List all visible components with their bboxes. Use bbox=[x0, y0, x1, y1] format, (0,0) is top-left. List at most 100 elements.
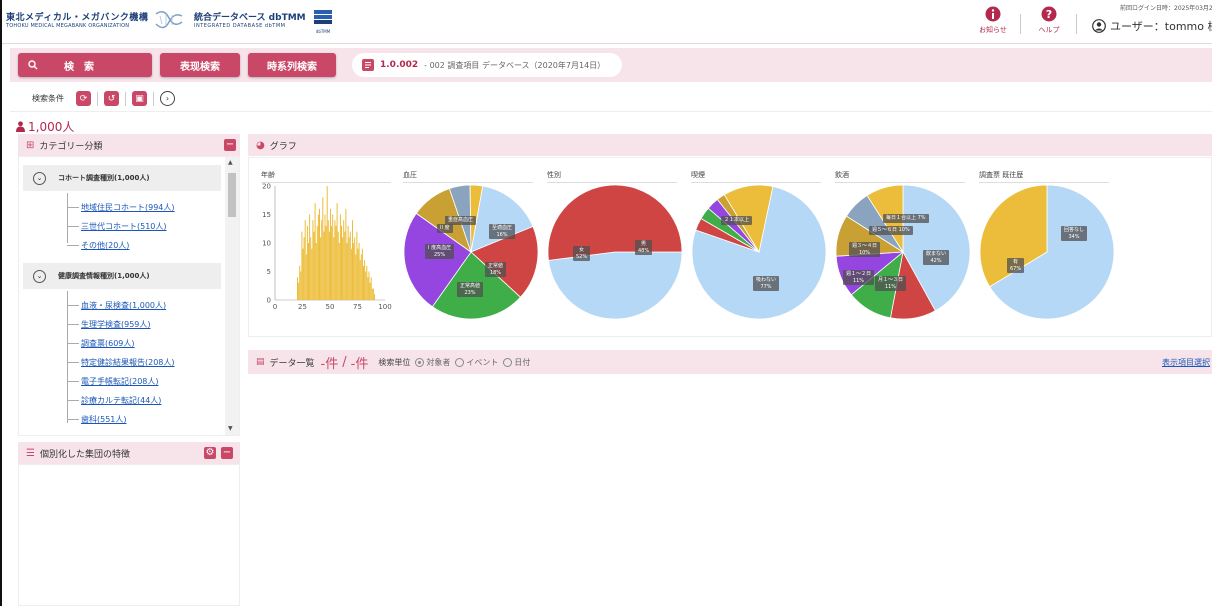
histogram-bar bbox=[361, 248, 363, 300]
histogram-bar bbox=[333, 237, 335, 300]
age-histogram: 201510500 25 50 75 100 bbox=[262, 183, 392, 312]
help-label: ヘルプ bbox=[1038, 26, 1060, 34]
search-conditions-bar: 検索条件 ⟳ ↺ ▣ › bbox=[10, 86, 1212, 112]
radio-date[interactable] bbox=[503, 357, 513, 367]
tmm-logo[interactable]: 東北メディカル・メガバンク機構 TOHOKU MEDICAL MEGABANK … bbox=[6, 10, 156, 36]
notice-button[interactable]: お知らせ bbox=[978, 6, 1008, 40]
list-item[interactable]: 特定健診結果報告(208人) bbox=[67, 357, 175, 368]
conditions-label: 検索条件 bbox=[32, 94, 64, 103]
radio-event[interactable] bbox=[455, 357, 465, 367]
list-item[interactable]: 調査票(609人) bbox=[67, 338, 135, 349]
category-link[interactable]: 地域住民コホート(994人) bbox=[81, 202, 175, 213]
list-item[interactable]: 電子手帳転記(208人) bbox=[67, 376, 159, 387]
group-label: コホート調査種別(1,000人) bbox=[58, 174, 150, 182]
list-item[interactable]: 地域住民コホート(994人) bbox=[67, 202, 175, 213]
histogram-bar bbox=[315, 243, 317, 300]
histogram-bar bbox=[338, 243, 340, 300]
radio-event-label[interactable]: イベント bbox=[466, 357, 498, 368]
user-menu[interactable]: ユーザー：tommo 様 bbox=[1092, 18, 1212, 34]
list-item[interactable]: 三世代コホート(510人) bbox=[67, 221, 167, 232]
histogram-bar bbox=[324, 214, 326, 300]
category-link[interactable]: 血液・尿検査(1,000人) bbox=[81, 300, 166, 311]
histogram-bar bbox=[298, 282, 300, 300]
save-conditions-button[interactable]: ▣ bbox=[132, 91, 147, 106]
pie-label: I 度高血圧 25% bbox=[425, 244, 455, 259]
group-cohort[interactable]: ⌄ コホート調査種別(1,000人) bbox=[23, 165, 221, 191]
histogram-bar bbox=[325, 225, 327, 300]
pie-label: 月１～３日 11% bbox=[875, 276, 907, 291]
header-divider bbox=[1020, 14, 1021, 34]
help-button[interactable]: ? ヘルプ bbox=[1034, 6, 1064, 40]
category-link[interactable]: 歯科(551人) bbox=[81, 414, 127, 425]
histogram-bar bbox=[301, 231, 303, 300]
category-link[interactable]: 調査票(609人) bbox=[81, 338, 135, 349]
category-link[interactable]: 三世代コホート(510人) bbox=[81, 221, 167, 232]
radio-subject-label[interactable]: 対象者 bbox=[426, 357, 450, 368]
histogram-bar bbox=[330, 208, 331, 300]
list-item[interactable]: 血液・尿検査(1,000人) bbox=[67, 300, 166, 311]
histogram-bar bbox=[309, 214, 311, 300]
history-settings-button[interactable]: ⚙ bbox=[204, 447, 216, 459]
radio-date-label[interactable]: 日付 bbox=[514, 357, 530, 368]
pie-label: 男 48% bbox=[635, 240, 653, 255]
pie-slice[interactable] bbox=[547, 184, 683, 261]
category-link[interactable]: 電子手帳転記(208人) bbox=[81, 376, 159, 387]
undo-conditions-button[interactable]: ↺ bbox=[104, 91, 119, 106]
collapse-history-button[interactable]: − bbox=[221, 447, 233, 459]
scroll-down-icon[interactable]: ▼ bbox=[228, 425, 233, 432]
pie-label: 至適血圧 16% bbox=[489, 224, 516, 239]
histogram-bar bbox=[339, 214, 341, 300]
category-link[interactable]: 生理学検査(959人) bbox=[81, 319, 151, 330]
histogram-bar bbox=[335, 225, 337, 300]
version-icon bbox=[362, 59, 374, 71]
search-button[interactable]: 検 索 bbox=[18, 53, 152, 77]
expand-conditions-button[interactable]: › bbox=[160, 91, 175, 106]
histogram-bar bbox=[323, 231, 325, 300]
group-health-info[interactable]: ⌄ 健康調査情報種別(1,000人) bbox=[23, 263, 221, 289]
reset-conditions-button[interactable]: ⟳ bbox=[76, 91, 91, 106]
histogram-bar bbox=[332, 214, 334, 300]
display-items-link[interactable]: 表示項目選択 bbox=[1162, 357, 1210, 368]
histogram-bar bbox=[352, 220, 353, 300]
data-list-title: データ一覧 bbox=[269, 358, 315, 369]
total-count: -件 bbox=[350, 356, 369, 372]
category-link[interactable]: 特定健診結果報告(208人) bbox=[81, 357, 175, 368]
list-item[interactable]: 診療カルテ転記(44人) bbox=[67, 395, 161, 406]
database-icon bbox=[314, 10, 332, 24]
person-icon bbox=[16, 121, 25, 132]
scroll-up-icon[interactable]: ▲ bbox=[228, 159, 233, 166]
org-name-en: TOHOKU MEDICAL MEGABANK ORGANIZATION bbox=[6, 23, 130, 29]
pie-slice[interactable] bbox=[548, 251, 683, 320]
histogram-bar bbox=[350, 248, 352, 300]
histogram-bar bbox=[360, 254, 362, 300]
category-scrollbar[interactable]: ▲ ▼ bbox=[225, 157, 239, 435]
scroll-thumb[interactable] bbox=[228, 173, 236, 217]
timeseries-search-button[interactable]: 時系列検索 bbox=[248, 53, 336, 77]
category-link[interactable]: 診療カルテ転記(44人) bbox=[81, 395, 161, 406]
dbtmm-badge-label: dbTMM bbox=[315, 29, 331, 34]
version-number: 1.0.002 bbox=[380, 60, 419, 70]
histogram-bar bbox=[305, 254, 307, 300]
list-item[interactable]: その他(20人) bbox=[67, 240, 129, 251]
collapse-category-button[interactable]: − bbox=[224, 139, 236, 151]
svg-text:?: ? bbox=[1046, 8, 1052, 21]
category-panel: ⌄ コホート調査種別(1,000人) 地域住民コホート(994人) 三世代コホー… bbox=[18, 156, 240, 436]
histogram-bar bbox=[322, 197, 324, 300]
group-label: 健康調査情報種別(1,000人) bbox=[58, 272, 150, 280]
list-item[interactable]: 歯科(551人) bbox=[67, 414, 127, 425]
header-divider bbox=[1076, 14, 1077, 34]
y-tick-label: 5 bbox=[267, 268, 271, 276]
last-login: 前回ログイン日時：2025年03月22日 13: bbox=[1120, 5, 1212, 12]
pie-charts bbox=[403, 184, 1115, 320]
pie-label: 週１～２日 11% bbox=[843, 270, 875, 285]
dbtmm-logo[interactable]: 統合データベース dbTMM INTEGRATED DATABASE dbTMM bbox=[194, 10, 314, 36]
phenotype-search-button[interactable]: 表现検索 bbox=[160, 53, 240, 77]
radio-subject[interactable] bbox=[415, 357, 425, 367]
histogram-bar bbox=[308, 243, 309, 300]
histogram-bar bbox=[317, 214, 319, 300]
category-link[interactable]: その他(20人) bbox=[81, 240, 129, 251]
count-separator: / bbox=[342, 354, 347, 370]
list-item[interactable]: 生理学検査(959人) bbox=[67, 319, 151, 330]
version-selector[interactable]: 1.0.002 - 002 調査項目 データベース（2020年7月14日） bbox=[352, 53, 622, 77]
histogram-bar bbox=[306, 225, 308, 300]
